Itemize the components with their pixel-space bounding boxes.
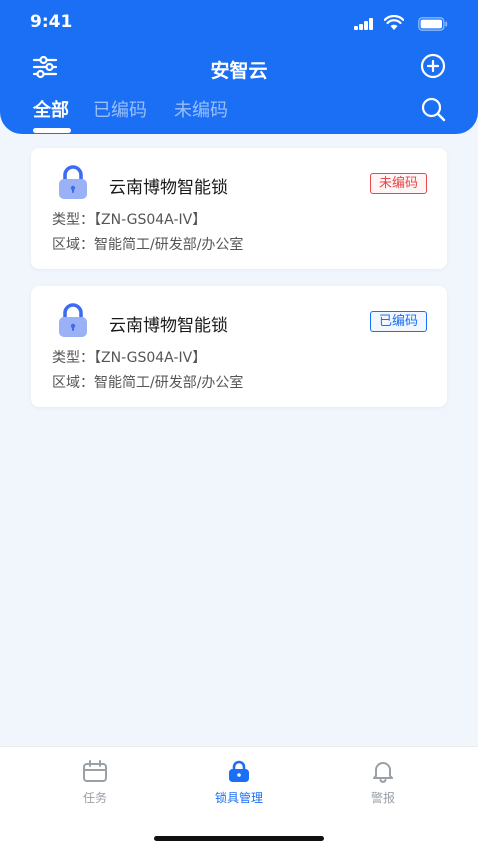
device-card[interactable]: 云南博物智能锁 未编码 类型：【ZN-GS04A-IV】 区域：智能简工/研发部… xyxy=(31,148,447,269)
tabbar-item-lock-management[interactable]: 锁具管理 xyxy=(194,759,284,806)
calendar-icon xyxy=(83,760,107,782)
tabbar-label: 警报 xyxy=(370,791,395,805)
home-indicator xyxy=(154,836,324,841)
tab-all[interactable]: 全部 xyxy=(33,96,69,122)
bottom-tab-bar: 任务 锁具管理 警报 xyxy=(0,746,478,850)
tab-unencoded[interactable]: 未编码 xyxy=(174,96,228,122)
status-bar: 9:41 xyxy=(0,0,478,46)
device-area: 区域：智能简工/研发部/办公室 xyxy=(52,237,244,253)
bell-icon xyxy=(373,762,393,783)
add-circle-icon[interactable] xyxy=(420,53,446,79)
status-badge: 已编码 xyxy=(369,311,427,332)
lock-icon xyxy=(59,165,87,199)
search-icon[interactable] xyxy=(420,96,446,122)
tab-encoded[interactable]: 已编码 xyxy=(93,96,147,122)
device-list: 云南博物智能锁 未编码 类型：【ZN-GS04A-IV】 区域：智能简工/研发部… xyxy=(31,148,447,424)
app-header: 9:41 安智云 全部 已编码 未编码 xyxy=(0,0,478,134)
tabbar-item-alarms[interactable]: 警报 xyxy=(338,759,428,806)
lock-icon xyxy=(59,303,87,337)
status-badge: 未编码 xyxy=(369,173,427,194)
filter-tabs: 全部 已编码 未编码 xyxy=(0,96,478,133)
tabbar-item-tasks[interactable]: 任务 xyxy=(50,759,140,806)
wifi-icon xyxy=(384,15,404,30)
tabbar-label: 任务 xyxy=(82,791,107,805)
lock-icon xyxy=(229,760,249,782)
device-card[interactable]: 云南博物智能锁 已编码 类型：【ZN-GS04A-IV】 区域：智能简工/研发部… xyxy=(31,286,447,407)
cellular-signal-icon xyxy=(354,18,374,30)
tab-active-indicator xyxy=(33,128,71,133)
device-name: 云南博物智能锁 xyxy=(109,316,228,336)
device-type: 类型：【ZN-GS04A-IV】 xyxy=(52,212,207,228)
device-type: 类型：【ZN-GS04A-IV】 xyxy=(52,350,207,366)
device-name: 云南博物智能锁 xyxy=(109,178,228,198)
tabbar-label: 锁具管理 xyxy=(214,791,263,805)
status-time: 9:41 xyxy=(30,12,73,32)
page-title: 安智云 xyxy=(210,60,268,82)
title-bar: 安智云 xyxy=(0,50,478,84)
device-area: 区域：智能简工/研发部/办公室 xyxy=(52,375,244,391)
battery-icon xyxy=(418,17,448,31)
